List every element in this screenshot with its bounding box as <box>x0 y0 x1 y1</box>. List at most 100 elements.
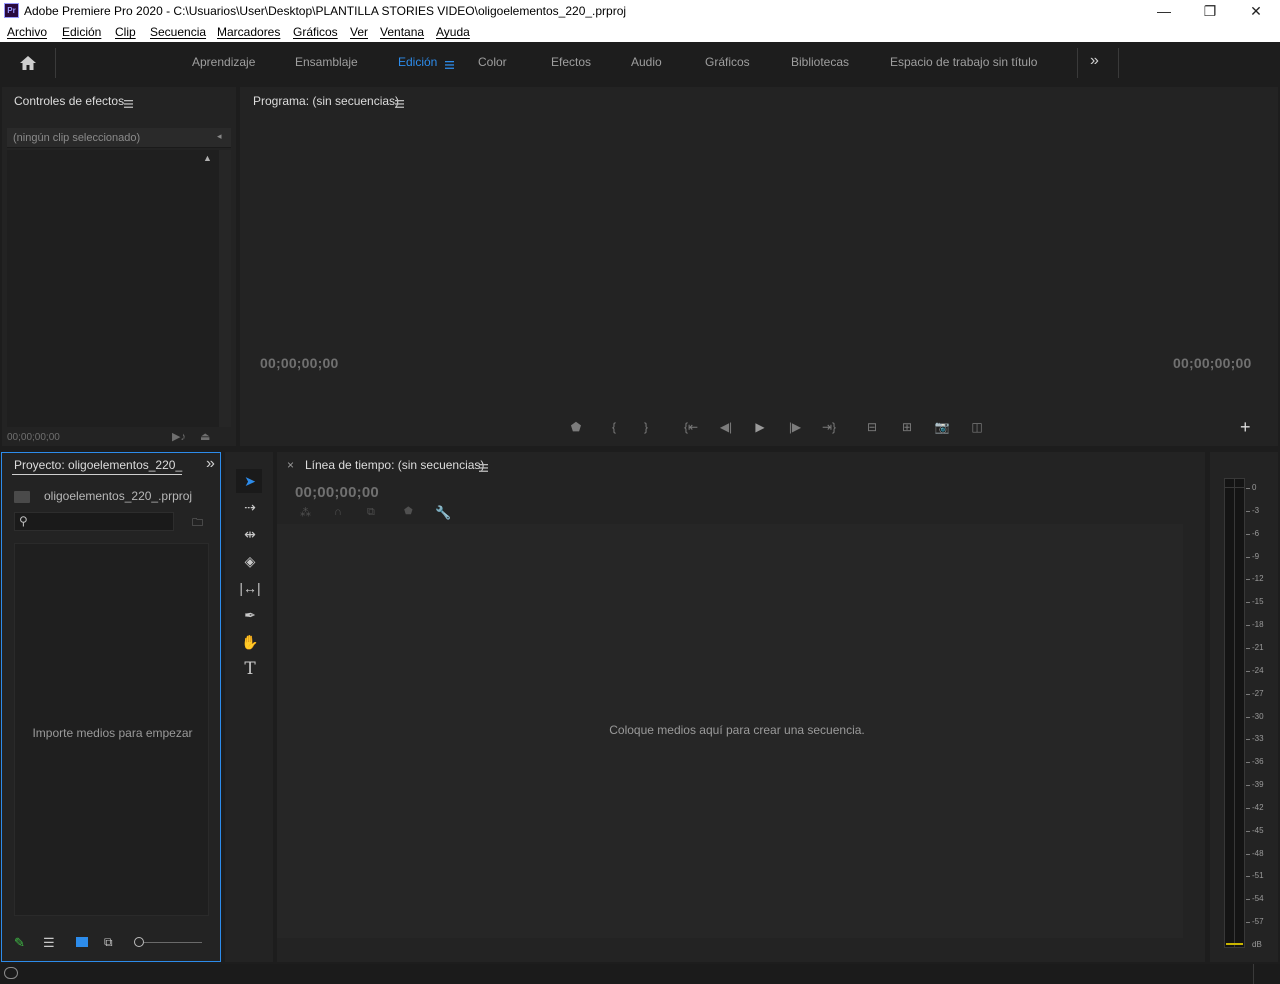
close-tab-icon[interactable]: × <box>287 458 294 472</box>
button-editor-add-icon[interactable]: + <box>1240 417 1251 438</box>
mark-in-icon[interactable]: { <box>603 418 625 436</box>
tab-ensamblaje[interactable]: Ensamblaje <box>295 55 358 69</box>
razor-tool-icon[interactable]: ◈ <box>237 550 263 572</box>
workspace-divider <box>1118 48 1119 78</box>
workspace-menu-icon[interactable] <box>445 57 455 69</box>
meter-scale-tick <box>1246 488 1250 489</box>
timeline-drop-area[interactable]: Coloque medios aquí para crear una secue… <box>277 524 1183 938</box>
find-icon[interactable]: 🗀 <box>192 514 203 533</box>
expand-icon[interactable]: ◂ <box>217 131 222 142</box>
panel-menu-icon[interactable] <box>395 96 405 114</box>
project-media-area[interactable]: Importe medios para empezar <box>14 543 209 916</box>
menu-clip[interactable]: Clip <box>115 25 136 39</box>
add-marker-icon[interactable]: ⬟ <box>404 506 413 517</box>
add-marker-icon[interactable]: ⬟ <box>565 418 587 436</box>
close-button[interactable]: ✕ <box>1233 0 1279 22</box>
panels-overflow-icon[interactable]: » <box>206 455 215 473</box>
effect-controls-scrollbar[interactable] <box>219 150 231 427</box>
comparison-view-icon[interactable]: ◫ <box>966 418 988 436</box>
export-frame-icon[interactable]: 📷 <box>931 418 953 436</box>
project-title[interactable]: Proyecto: oligoelementos_220_ <box>14 458 182 472</box>
type-tool-icon[interactable]: T <box>237 658 263 680</box>
meter-scale-tick <box>1246 647 1250 649</box>
creative-cloud-icon[interactable] <box>4 967 18 979</box>
mark-out-icon[interactable]: } <box>635 418 657 436</box>
export-icon[interactable]: ⏏ <box>200 430 210 443</box>
zoom-slider-handle[interactable] <box>134 937 144 947</box>
icon-view-icon[interactable] <box>76 937 88 947</box>
audio-meter-track <box>1224 478 1245 948</box>
pencil-icon[interactable]: ✎ <box>14 935 25 951</box>
minimize-button[interactable]: — <box>1141 0 1187 22</box>
selection-tool-icon[interactable]: ➤ <box>237 470 263 492</box>
panel-menu-icon[interactable] <box>479 460 489 478</box>
play-icon[interactable]: ▶ <box>749 418 771 436</box>
tab-efectos[interactable]: Efectos <box>551 55 591 69</box>
meter-scale-label: -39 <box>1252 780 1264 790</box>
menu-marcadores[interactable]: Marcadores <box>217 25 280 39</box>
tab-aprendizaje[interactable]: Aprendizaje <box>192 55 255 69</box>
hand-tool-icon[interactable]: ✋ <box>237 631 263 653</box>
nest-icon[interactable]: ⁂ <box>300 506 311 519</box>
menu-ayuda[interactable]: Ayuda <box>436 25 470 39</box>
premiere-app-icon: Pr <box>4 3 19 18</box>
extract-icon[interactable]: ⊞ <box>896 418 918 436</box>
audio-meter-divider <box>1234 479 1235 947</box>
freeform-view-icon[interactable]: ⧉ <box>104 935 113 950</box>
home-icon[interactable] <box>18 54 38 72</box>
effect-controls-title[interactable]: Controles de efectos <box>14 94 124 108</box>
step-forward-icon[interactable]: |▶ <box>784 418 806 436</box>
track-select-tool-icon[interactable]: ⇢ <box>237 496 263 518</box>
program-playhead-timecode[interactable]: 00;00;00;00 <box>260 355 338 371</box>
meter-scale-label: -33 <box>1252 734 1264 744</box>
menu-ver[interactable]: Ver <box>350 25 368 39</box>
project-search-input[interactable]: ⚲ <box>14 512 174 531</box>
panel-menu-icon[interactable] <box>124 96 134 114</box>
timeline-empty-message: Coloque medios aquí para crear una secue… <box>609 723 865 737</box>
slip-tool-icon[interactable]: |↔| <box>237 577 263 599</box>
effect-controls-timecode[interactable]: 00;00;00;00 <box>7 432 60 443</box>
tab-edicion[interactable]: Edición <box>398 55 437 69</box>
meter-scale-label: -15 <box>1252 597 1264 607</box>
wrench-icon[interactable]: 🔧 <box>435 505 451 521</box>
meter-scale-label: -3 <box>1252 505 1260 515</box>
tab-espacio-sin-titulo[interactable]: Espacio de trabajo sin título <box>890 55 1037 69</box>
step-back-icon[interactable]: ◀| <box>715 418 737 436</box>
pen-tool-icon[interactable]: ✒ <box>237 604 263 626</box>
program-monitor-title[interactable]: Programa: (sin secuencias) <box>253 94 399 108</box>
tab-audio[interactable]: Audio <box>631 55 662 69</box>
maximize-button[interactable]: ❐ <box>1187 0 1233 22</box>
tab-bibliotecas[interactable]: Bibliotecas <box>791 55 849 69</box>
meter-scale-label: -54 <box>1252 894 1264 904</box>
timeline-title[interactable]: Línea de tiempo: (sin secuencias) <box>305 458 484 472</box>
snap-icon[interactable]: ∩ <box>334 506 342 518</box>
status-bar <box>0 964 1280 984</box>
zoom-slider-track[interactable] <box>144 942 202 943</box>
go-to-out-icon[interactable]: ⇥} <box>818 418 840 436</box>
tab-graficos[interactable]: Gráficos <box>705 55 750 69</box>
menu-secuencia[interactable]: Secuencia <box>150 25 206 39</box>
meter-scale-tick <box>1246 830 1250 832</box>
scroll-up-icon[interactable]: ▲ <box>203 153 212 163</box>
filter-icon[interactable]: ▶♪ <box>172 430 186 443</box>
meter-scale-label: -42 <box>1252 802 1264 812</box>
menu-ventana[interactable]: Ventana <box>380 25 424 39</box>
tab-color[interactable]: Color <box>478 55 507 69</box>
lift-icon[interactable]: ⊟ <box>861 418 883 436</box>
program-monitor-panel: Programa: (sin secuencias) 00;00;00;00 0… <box>240 87 1278 446</box>
timeline-timecode[interactable]: 00;00;00;00 <box>295 484 379 501</box>
ripple-edit-tool-icon[interactable]: ⇹ <box>237 523 263 545</box>
clip-selector[interactable]: (ningún clip seleccionado) ◂ <box>7 128 231 148</box>
list-view-icon[interactable]: ☰ <box>43 935 55 951</box>
meter-scale-label: -12 <box>1252 574 1264 584</box>
workspaces-overflow-icon[interactable]: » <box>1090 52 1099 70</box>
menu-graficos[interactable]: Gráficos <box>293 25 338 39</box>
window-title: Adobe Premiere Pro 2020 - C:\Usuarios\Us… <box>24 4 627 18</box>
linked-selection-icon[interactable]: ⧉ <box>367 506 375 519</box>
meter-scale-tick <box>1246 785 1250 787</box>
menu-edicion[interactable]: Edición <box>62 25 101 39</box>
audio-meter-level <box>1226 943 1243 945</box>
go-to-in-icon[interactable]: {⇤ <box>680 418 702 436</box>
meter-scale-tick <box>1246 876 1250 878</box>
menu-archivo[interactable]: Archivo <box>7 25 47 39</box>
